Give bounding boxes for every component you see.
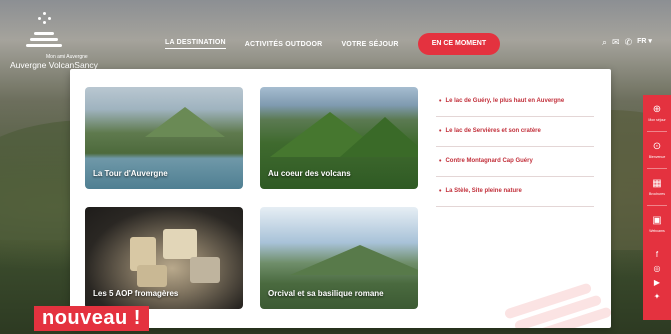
- link-label: La Stèle, Site pleine nature: [445, 188, 522, 194]
- phone-icon[interactable]: ✆: [625, 37, 633, 47]
- language-selector[interactable]: FR ▾: [637, 37, 652, 47]
- card-caption: La Tour d'Auvergne: [93, 169, 168, 178]
- card-coeur-volcans[interactable]: Au coeur des volcans: [260, 87, 418, 189]
- main-nav: LA DESTINATION ACTIVITÉS OUTDOOR VOTRE S…: [165, 33, 501, 55]
- logo-volcano-icon: [24, 32, 64, 54]
- webcam-icon: ▣: [652, 215, 662, 226]
- facebook-icon[interactable]: f: [656, 250, 658, 259]
- card-caption: Orcival et sa basilique romane: [268, 289, 384, 298]
- link-label: Le lac de Guéry, le plus haut en Auvergn…: [445, 98, 565, 104]
- sidebar-item-label: Bienvenue: [648, 155, 666, 159]
- twitter-icon[interactable]: ✦: [654, 292, 661, 301]
- link-lac-servieres[interactable]: • Le lac de Servières et son cratère: [436, 117, 594, 147]
- link-lac-guery[interactable]: • Le lac de Guéry, le plus haut en Auver…: [436, 87, 594, 117]
- card-caption: Au coeur des volcans: [268, 169, 351, 178]
- location-pin-icon: ⊙: [652, 141, 662, 152]
- instagram-icon[interactable]: ◎: [654, 264, 661, 273]
- nav-item-sejour[interactable]: VOTRE SÉJOUR: [341, 41, 398, 48]
- bullet-icon: •: [439, 158, 442, 165]
- card-image-mountains-2: [340, 117, 418, 157]
- card-image-cheese-2: [163, 229, 197, 259]
- link-cap-guery[interactable]: • Contre Montagnard Cap Guéry: [436, 147, 594, 177]
- sidebar-item-brochures[interactable]: ▦ Brochures: [643, 169, 671, 205]
- mail-icon[interactable]: ✉: [612, 37, 620, 47]
- sidebar-item-webcams[interactable]: ▣ Webcams: [643, 206, 671, 242]
- link-label: Le lac de Servières et son cratère: [445, 128, 541, 134]
- logo-stars-icon: [38, 12, 52, 26]
- link-la-stele[interactable]: • La Stèle, Site pleine nature: [436, 177, 594, 207]
- nouveau-badge: nouveau !: [34, 306, 149, 331]
- nav-item-outdoor[interactable]: ACTIVITÉS OUTDOOR: [245, 41, 323, 48]
- card-orcival[interactable]: Orcival et sa basilique romane: [260, 207, 418, 309]
- globe-icon: ⊕: [652, 104, 662, 115]
- link-label: Contre Montagnard Cap Guéry: [445, 158, 533, 164]
- bullet-icon: •: [439, 188, 442, 195]
- card-caption: Les 5 AOP fromagères: [93, 289, 179, 298]
- card-image-cheese-4: [190, 257, 220, 283]
- nav-item-destination[interactable]: LA DESTINATION: [165, 39, 226, 49]
- card-image-cheese-3: [137, 265, 167, 287]
- site-header: Mon ami Auvergne Auvergne VolcanSancy LA…: [0, 0, 671, 70]
- brochure-icon: ▦: [652, 178, 662, 189]
- sidebar-item-mon-sejour[interactable]: ⊕ Mon séjour: [643, 95, 671, 131]
- bullet-icon: •: [439, 128, 442, 135]
- card-aop-fromageres[interactable]: Les 5 AOP fromagères: [85, 207, 243, 309]
- header-utilities: ⌕ ✉ ✆ FR ▾: [602, 37, 652, 47]
- youtube-icon[interactable]: ▶: [654, 278, 660, 287]
- right-sidebar: ⊕ Mon séjour ⊙ Bienvenue ▦ Brochures ▣ W…: [643, 95, 671, 320]
- site-logo[interactable]: Mon ami Auvergne Auvergne VolcanSancy: [10, 12, 98, 70]
- social-links: f ◎ ▶ ✦: [643, 250, 671, 301]
- search-icon[interactable]: ⌕: [602, 37, 607, 47]
- menu-links-list: • Le lac de Guéry, le plus haut en Auver…: [436, 87, 594, 207]
- bullet-icon: •: [439, 98, 442, 105]
- en-ce-moment-button[interactable]: EN CE MOMENT: [417, 33, 501, 55]
- sidebar-item-label: Webcams: [649, 229, 665, 233]
- sidebar-item-label: Mon séjour: [648, 118, 666, 122]
- card-tour-auvergne[interactable]: La Tour d'Auvergne: [85, 87, 243, 189]
- sidebar-item-bienvenue[interactable]: ⊙ Bienvenue: [643, 132, 671, 168]
- card-image-valley: [290, 245, 418, 275]
- sidebar-item-label: Brochures: [649, 192, 665, 196]
- decorative-wave-icon: [483, 268, 611, 328]
- mega-menu-panel: La Tour d'Auvergne Au coeur des volcans …: [70, 69, 611, 328]
- card-image-village: [145, 107, 225, 137]
